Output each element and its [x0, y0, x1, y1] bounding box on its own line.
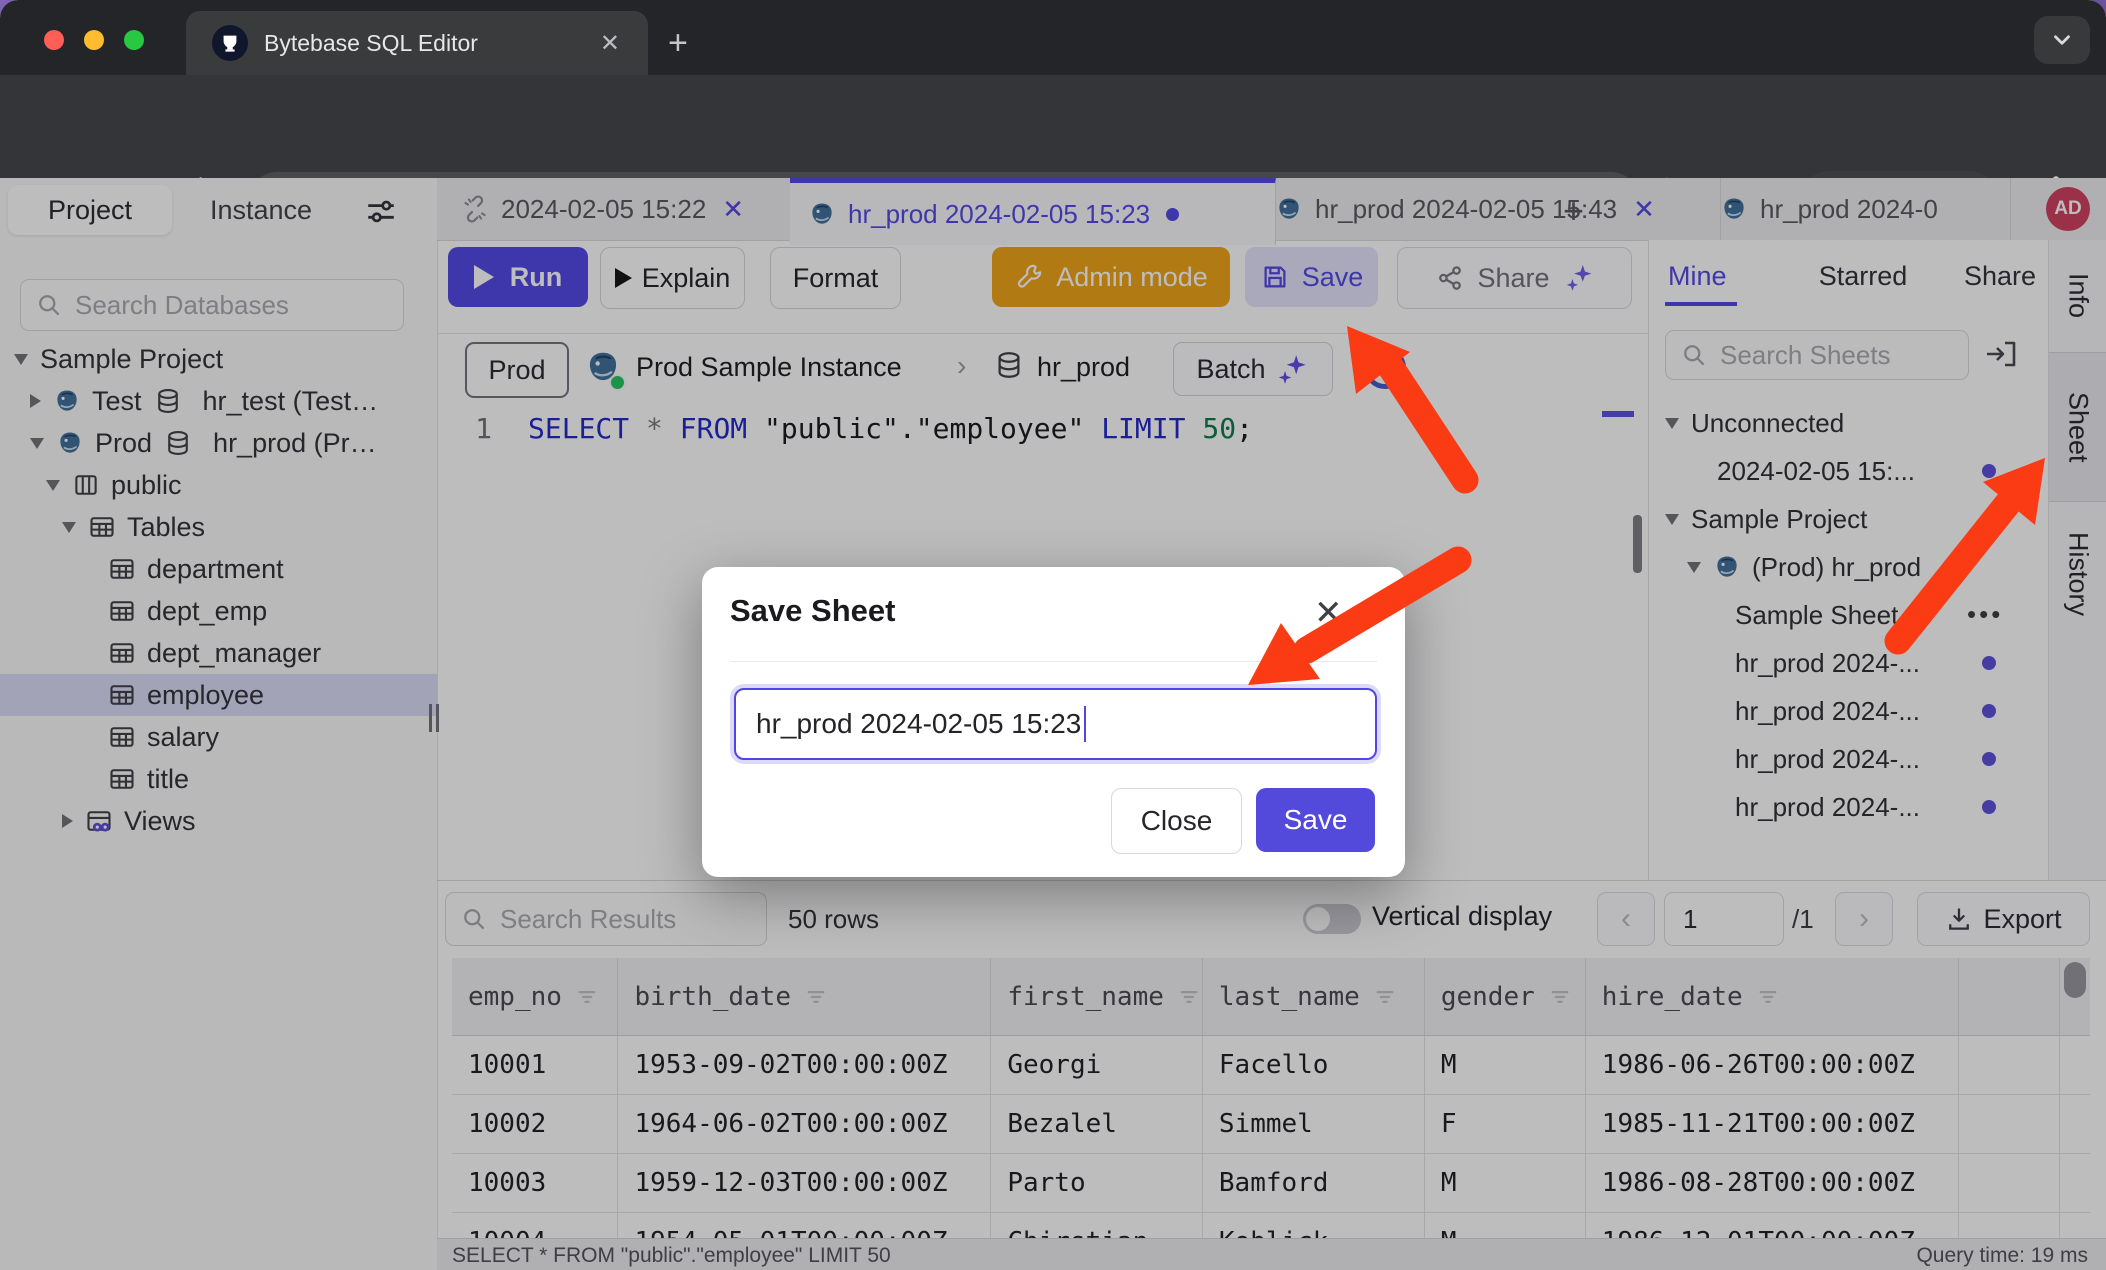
browser-chrome: Bytebase SQL Editor ✕ + localhost:8080/s… — [0, 0, 2106, 178]
window-close-button[interactable] — [44, 30, 64, 50]
browser-tab-title: Bytebase SQL Editor — [264, 30, 478, 57]
browser-tab-close-icon[interactable]: ✕ — [600, 29, 620, 58]
tab-search-button[interactable] — [2034, 16, 2090, 64]
new-tab-button[interactable]: + — [668, 26, 688, 60]
browser-tab[interactable]: Bytebase SQL Editor ✕ — [186, 11, 648, 75]
sheet-name-value: hr_prod 2024-02-05 15:23 — [756, 708, 1081, 740]
save-sheet-dialog: Save Sheet ✕ hr_prod 2024-02-05 15:23 Cl… — [702, 567, 1405, 877]
text-caret — [1084, 706, 1086, 742]
divider — [730, 661, 1377, 662]
window-zoom-button[interactable] — [124, 30, 144, 50]
dialog-save-button[interactable]: Save — [1256, 788, 1375, 852]
screen: Bytebase SQL Editor ✕ + localhost:8080/s… — [0, 0, 2106, 1270]
close-icon[interactable]: ✕ — [1314, 593, 1343, 633]
dialog-title: Save Sheet — [730, 593, 895, 629]
window-minimize-button[interactable] — [84, 30, 104, 50]
browser-window: Bytebase SQL Editor ✕ + localhost:8080/s… — [0, 0, 2106, 1270]
dialog-close-button[interactable]: Close — [1111, 788, 1242, 854]
bytebase-favicon — [212, 25, 248, 61]
sheet-name-input[interactable]: hr_prod 2024-02-05 15:23 — [734, 688, 1377, 760]
browser-navbar: localhost:8080/sql-editor/prod-sample-in… — [0, 75, 2106, 178]
